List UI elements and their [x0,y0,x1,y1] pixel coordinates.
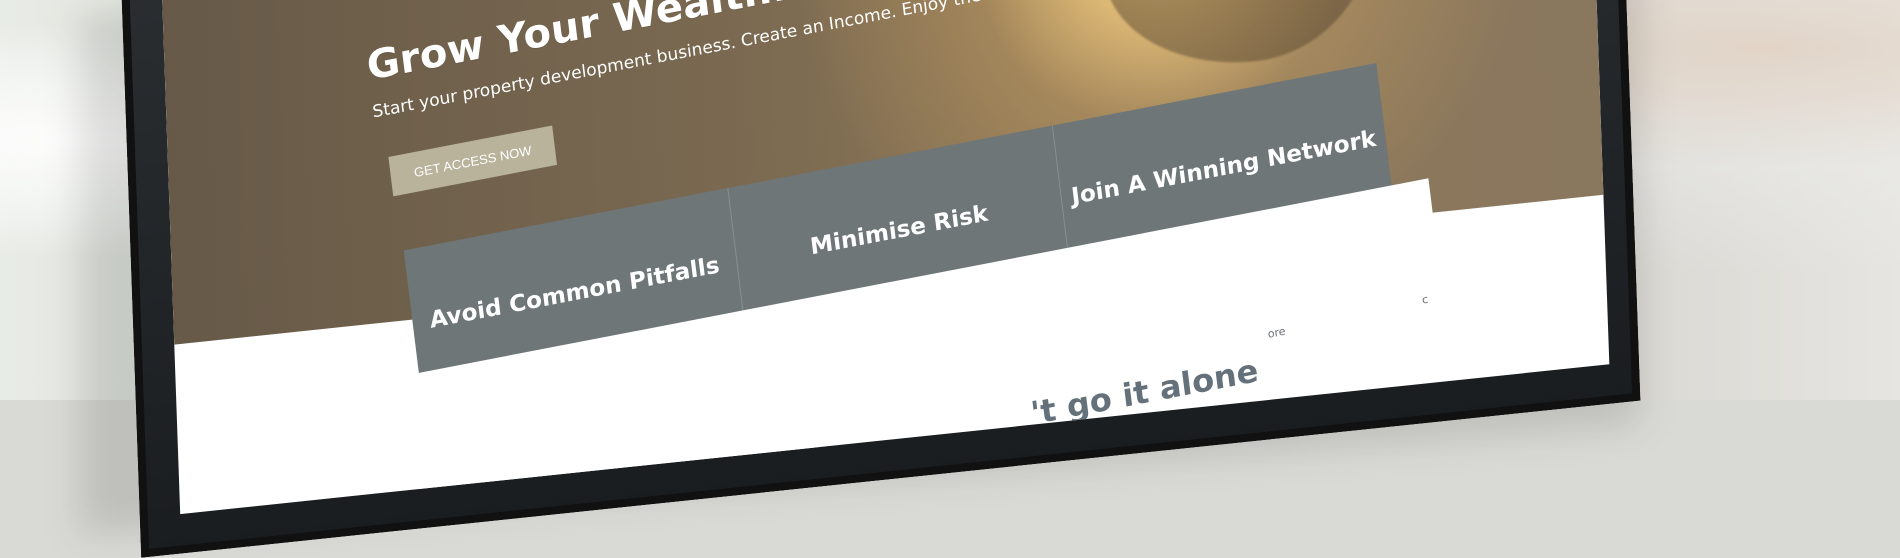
feature-label: Avoid Common Pitfalls [428,252,721,334]
hero-silhouette [1100,0,1378,77]
get-access-button[interactable]: GET ACCESS NOW [388,125,558,197]
feature-label: Minimise Risk [808,200,990,261]
